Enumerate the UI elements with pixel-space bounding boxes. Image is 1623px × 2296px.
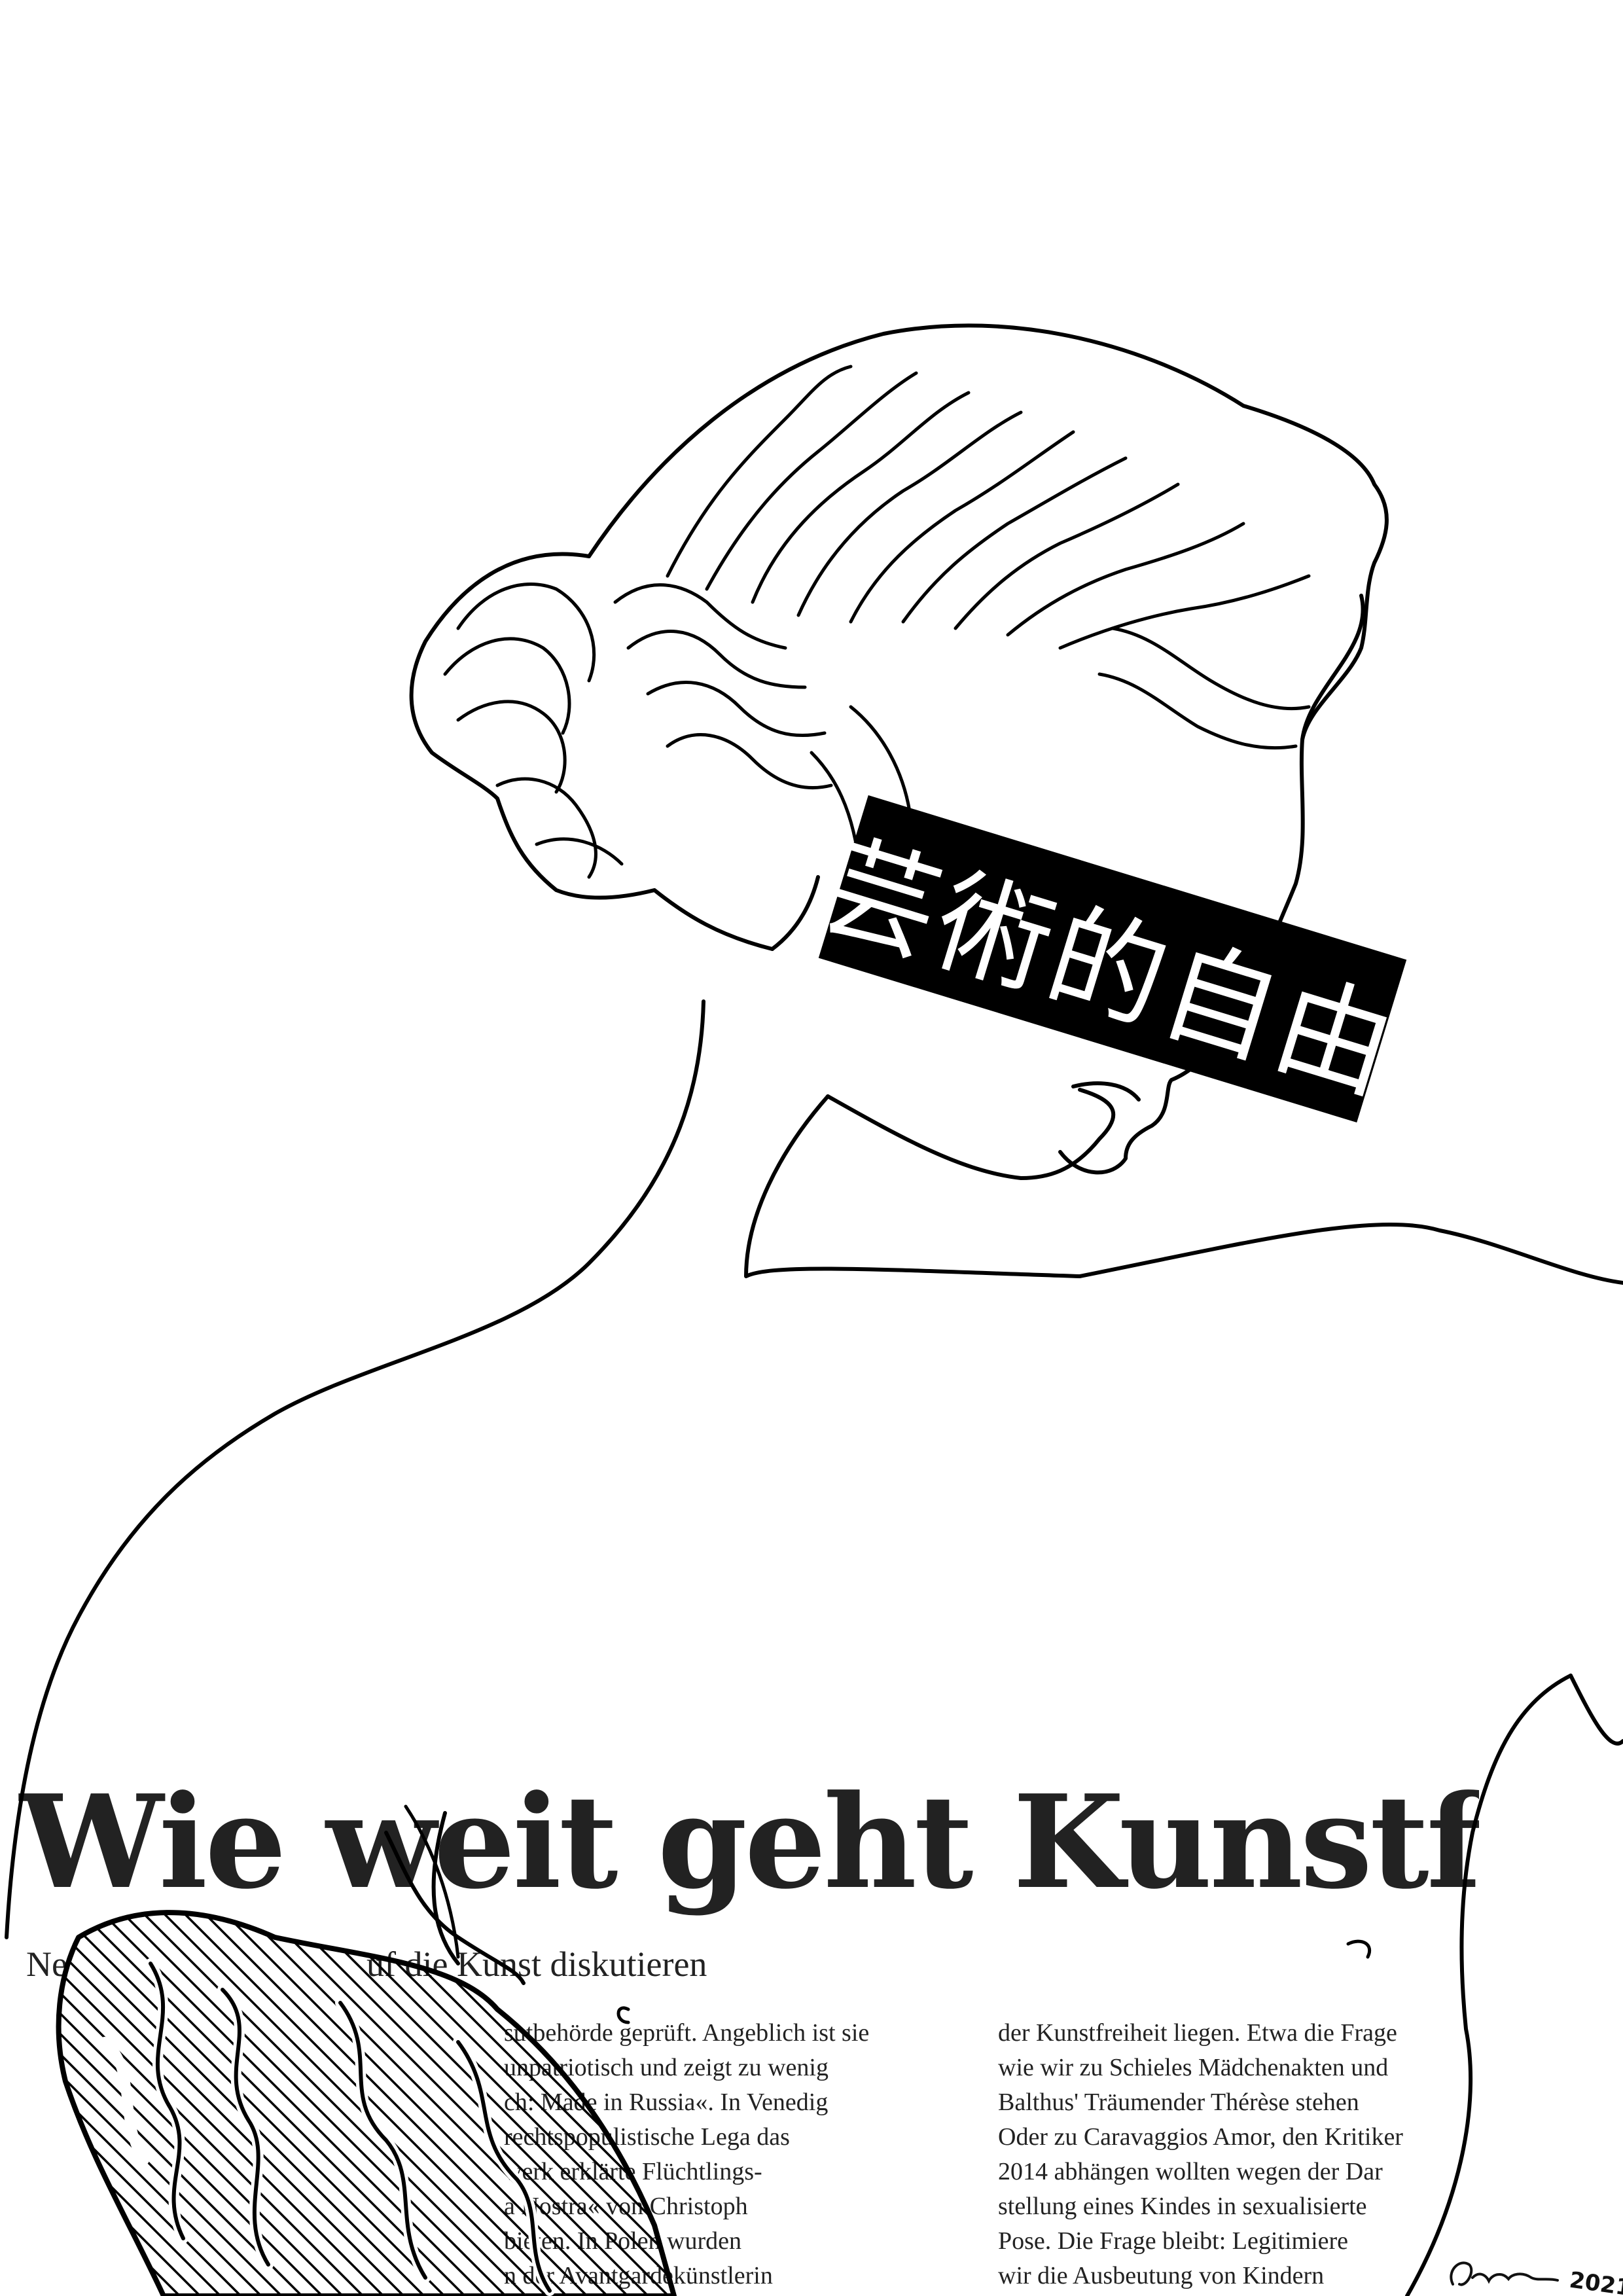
stray-stroke — [1346, 1939, 1372, 1959]
statue-line-art — [5, 323, 1623, 2296]
shoulder-right — [1569, 1674, 1623, 1746]
hair-outline — [587, 323, 1389, 742]
neck-left — [5, 999, 705, 1939]
torso-right — [1405, 1674, 1573, 2296]
artwork-canvas: Wie weit geht Kunstfreihei Ne uf die Kun… — [0, 0, 1623, 2296]
stray-stroke — [616, 2006, 630, 2024]
chin-line — [826, 1088, 1116, 1180]
